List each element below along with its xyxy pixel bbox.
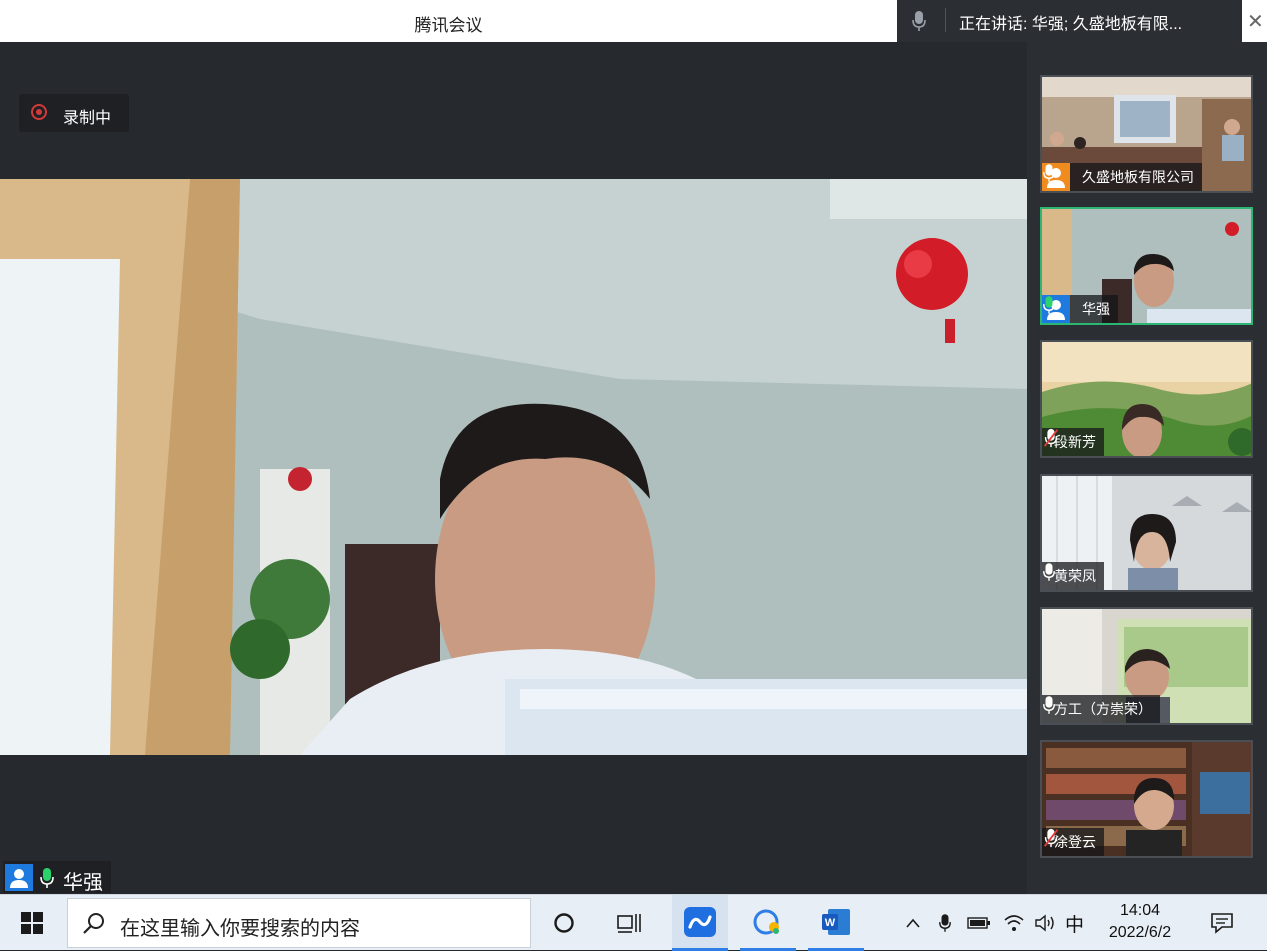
chevron-up-icon (906, 918, 920, 928)
clock-time: 14:04 (1119, 902, 1161, 919)
search-icon (82, 911, 106, 940)
cortana-icon (554, 913, 574, 933)
svg-text:W: W (825, 917, 836, 929)
clock-date: 2022/6/2 (1108, 924, 1172, 941)
participant-name: 黄荣凤 (1054, 568, 1096, 584)
participant-tile[interactable]: 段新芳 (1040, 340, 1253, 458)
mic-icon (911, 10, 927, 37)
main-video[interactable] (0, 179, 1027, 755)
avatar-icon (5, 864, 33, 891)
recording-badge[interactable]: 录制中 (19, 94, 129, 132)
divider (945, 8, 946, 32)
taskbar-clock[interactable]: 14:04 2022/6/2 (1102, 900, 1178, 944)
start-button[interactable] (0, 895, 64, 951)
tray-battery[interactable] (964, 895, 994, 951)
title-bar: 腾讯会议 (0, 0, 897, 42)
participant-tag: 华强 (1042, 295, 1118, 323)
participant-tag: 黄荣凤 (1042, 562, 1104, 590)
participant-tag: 段新芳 (1042, 428, 1104, 456)
main-speaker-name: 华强 (63, 872, 103, 894)
search-placeholder: 在这里输入你要搜索的内容 (120, 918, 360, 940)
main-speaker-tag: 华强 (3, 861, 111, 894)
browser-icon (753, 909, 779, 934)
participant-name: 久盛地板有限公司 (1082, 169, 1194, 185)
word-icon: W (822, 908, 850, 935)
wifi-icon (1004, 915, 1024, 931)
tray-mic[interactable] (933, 895, 957, 951)
window-title: 腾讯会议 (414, 16, 483, 35)
participant-name: 段新芳 (1054, 434, 1096, 450)
speaking-indicator: 正在讲话: 华强; 久盛地板有限... (897, 0, 1242, 42)
participant-tile[interactable]: 方工（方崇荣） (1040, 607, 1253, 725)
mic-active-icon (39, 867, 55, 894)
participant-tag: 涂登云 (1042, 828, 1104, 856)
taskbar: 在这里输入你要搜索的内容 W 中 14:04 2022/6/2 (0, 894, 1267, 951)
participant-tile[interactable]: 华强 (1040, 207, 1253, 325)
volume-icon (1035, 914, 1054, 932)
taskbar-app-tencent-meeting[interactable] (672, 895, 728, 951)
cortana-button[interactable] (540, 895, 588, 951)
notification-center-button[interactable] (1200, 895, 1244, 951)
taskbar-app-word[interactable]: W (808, 895, 864, 951)
participant-name: 方工（方崇荣） (1054, 701, 1152, 717)
battery-icon (967, 917, 990, 929)
tray-expand-button[interactable] (900, 895, 926, 951)
speaking-text: 正在讲话: 华强; 久盛地板有限... (959, 16, 1183, 33)
participant-tile[interactable]: 久盛地板有限公司 (1040, 75, 1253, 193)
notification-icon (1211, 913, 1233, 934)
participant-tile[interactable]: 黄荣凤 (1040, 474, 1253, 592)
close-icon[interactable]: ✕ (1247, 9, 1264, 34)
tray-network[interactable] (1000, 895, 1028, 951)
participant-name: 涂登云 (1054, 834, 1096, 850)
tencent-meeting-icon (684, 906, 716, 937)
recording-label: 录制中 (63, 110, 112, 127)
ime-indicator[interactable]: 中 (1065, 910, 1084, 937)
windows-icon (21, 912, 43, 934)
participant-tag: 方工（方崇荣） (1042, 695, 1160, 723)
close-area[interactable]: ✕ (1242, 0, 1267, 42)
task-view-button[interactable] (604, 895, 654, 951)
speaker-video-image (0, 179, 1027, 755)
task-view-icon (617, 914, 641, 933)
participant-name: 华强 (1082, 301, 1110, 317)
taskbar-search[interactable]: 在这里输入你要搜索的内容 (67, 898, 531, 948)
participant-tag: 久盛地板有限公司 (1042, 163, 1202, 191)
mic-icon (939, 914, 951, 932)
tray-volume[interactable] (1031, 895, 1059, 951)
record-icon (31, 104, 47, 120)
participant-tile[interactable]: 涂登云 (1040, 740, 1253, 858)
taskbar-app-browser[interactable] (740, 895, 796, 951)
